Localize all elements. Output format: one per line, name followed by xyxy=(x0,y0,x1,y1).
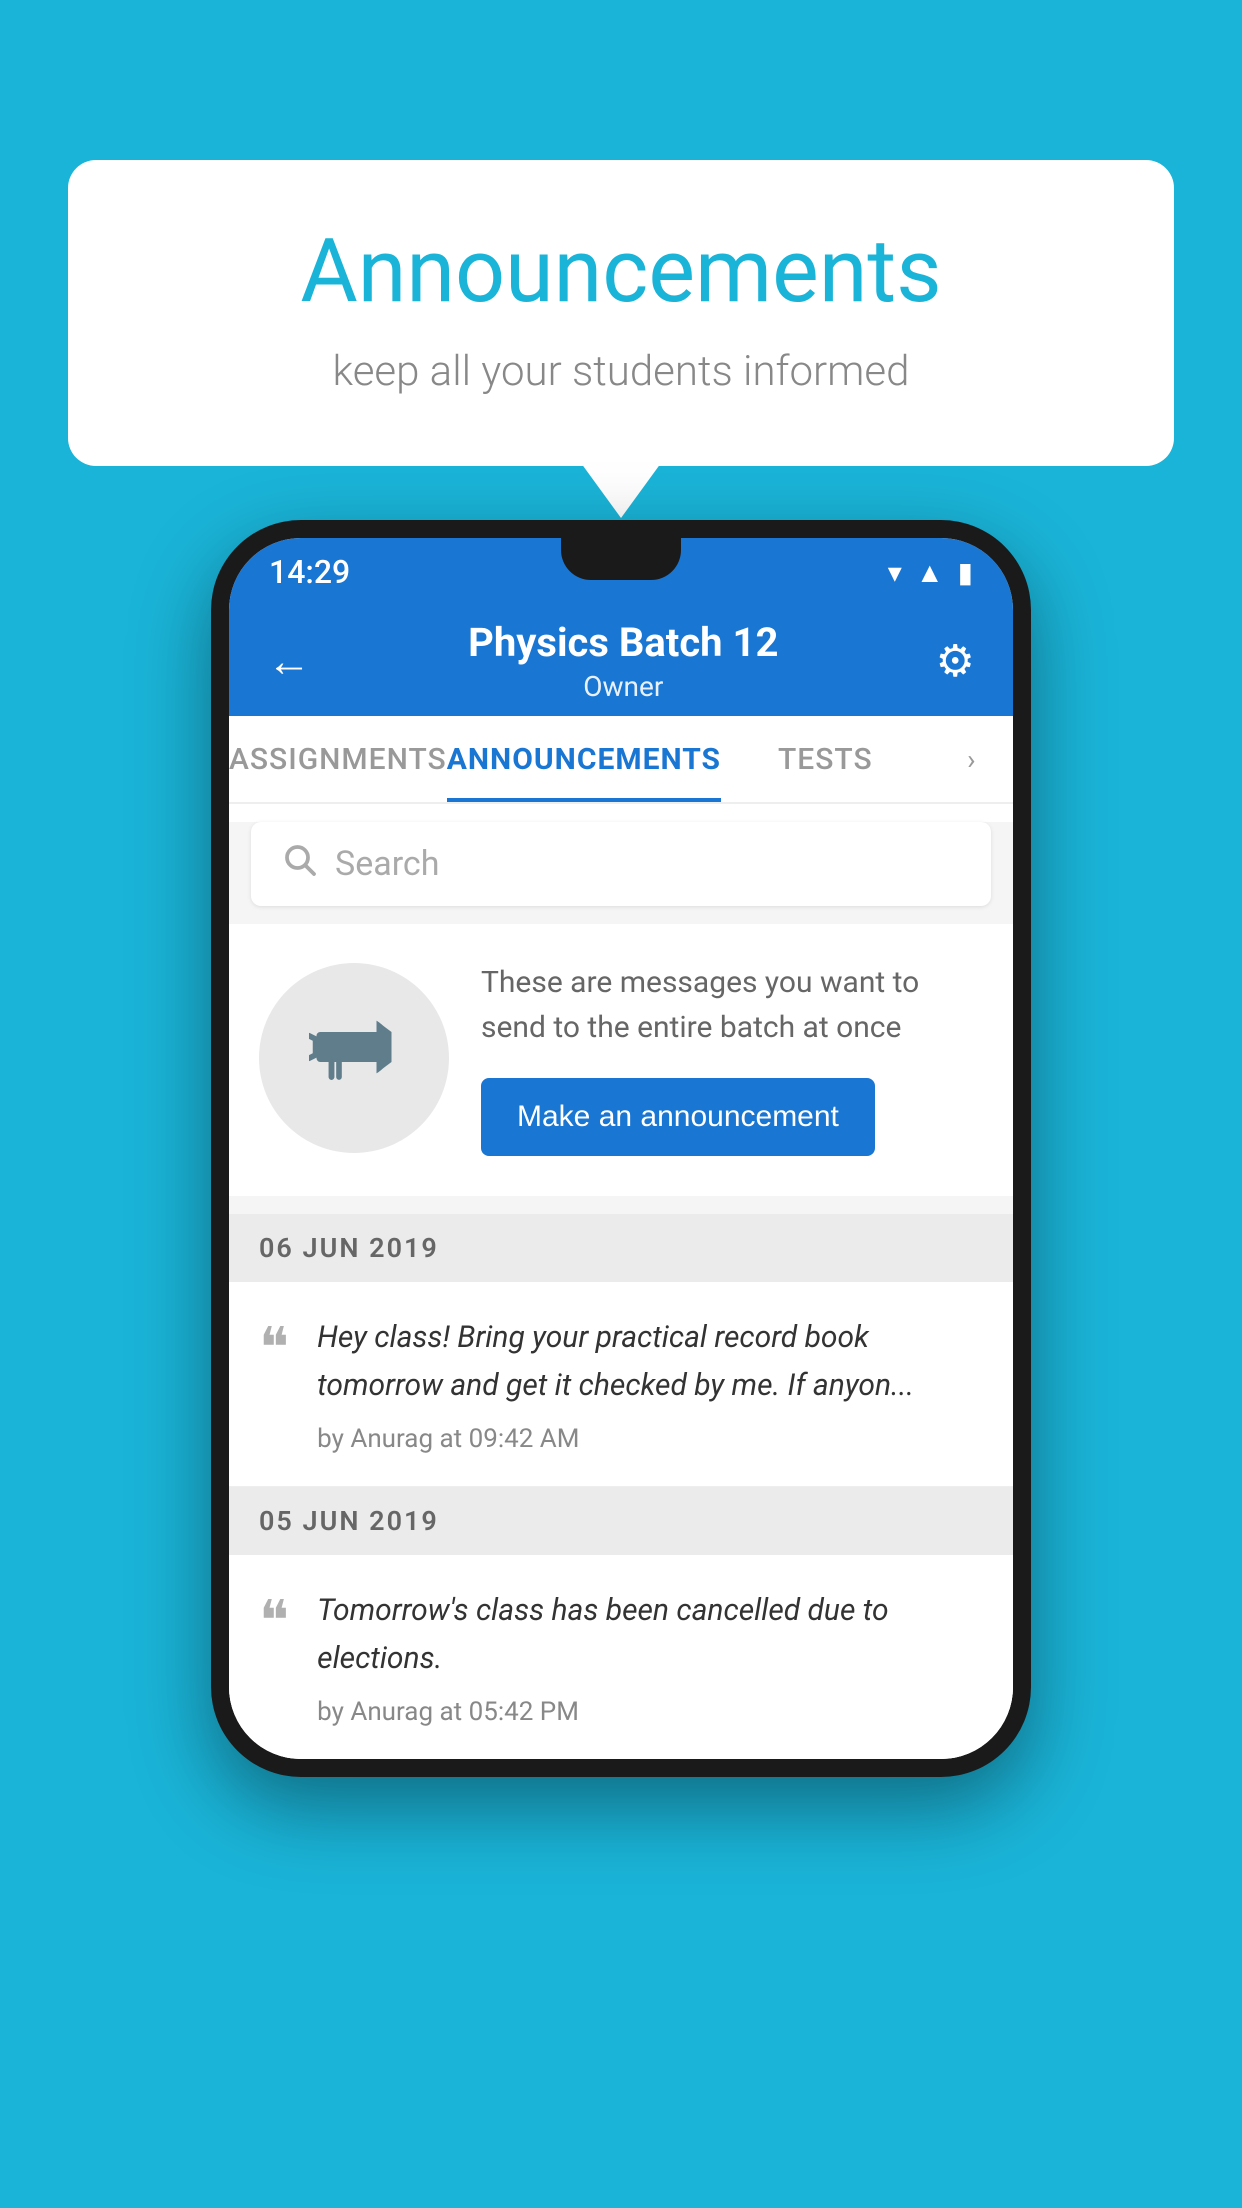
make-announcement-button[interactable]: Make an announcement xyxy=(481,1078,875,1156)
status-bar: 14:29 ▾ ▲ ▮ xyxy=(229,538,1013,606)
signal-icon: ▲ xyxy=(916,556,944,589)
app-bar-title-group: Physics Batch 12 Owner xyxy=(468,619,778,703)
app-bar-subtitle: Owner xyxy=(468,670,778,703)
tabs-bar: ASSIGNMENTS ANNOUNCEMENTS TESTS › xyxy=(229,716,1013,804)
megaphone-icon xyxy=(309,1002,399,1114)
message-item-1: ❝ Hey class! Bring your practical record… xyxy=(229,1282,1013,1487)
tab-assignments[interactable]: ASSIGNMENTS xyxy=(229,716,447,802)
quote-icon-1: ❝ xyxy=(259,1320,289,1376)
phone-outer: 14:29 ▾ ▲ ▮ ← Physics Batch 12 Owner ⚙ xyxy=(211,520,1031,1777)
date-separator-1: 06 JUN 2019 xyxy=(229,1214,1013,1282)
speech-bubble-section: Announcements keep all your students inf… xyxy=(68,160,1174,466)
phone-inner: 14:29 ▾ ▲ ▮ ← Physics Batch 12 Owner ⚙ xyxy=(229,538,1013,1759)
message-content-1: Hey class! Bring your practical record b… xyxy=(317,1314,983,1454)
announcement-description: These are messages you want to send to t… xyxy=(481,960,983,1050)
announcement-right: These are messages you want to send to t… xyxy=(481,960,983,1156)
bubble-title: Announcements xyxy=(148,220,1094,323)
tab-tests[interactable]: TESTS xyxy=(721,716,930,802)
battery-icon: ▮ xyxy=(958,556,973,589)
quote-icon-2: ❝ xyxy=(259,1593,289,1649)
speech-bubble: Announcements keep all your students inf… xyxy=(68,160,1174,466)
wifi-icon: ▾ xyxy=(888,556,902,589)
phone-mockup: 14:29 ▾ ▲ ▮ ← Physics Batch 12 Owner ⚙ xyxy=(211,520,1031,1777)
message-meta-2: by Anurag at 05:42 PM xyxy=(317,1697,983,1727)
search-bar[interactable]: Search xyxy=(251,822,991,906)
status-time: 14:29 xyxy=(269,553,350,591)
status-icons: ▾ ▲ ▮ xyxy=(888,556,973,589)
message-text-1: Hey class! Bring your practical record b… xyxy=(317,1314,983,1410)
search-icon xyxy=(281,841,317,887)
announcement-prompt: These are messages you want to send to t… xyxy=(229,924,1013,1196)
back-button[interactable]: ← xyxy=(267,635,311,687)
message-meta-1: by Anurag at 09:42 AM xyxy=(317,1424,983,1454)
message-content-2: Tomorrow's class has been cancelled due … xyxy=(317,1587,983,1727)
message-text-2: Tomorrow's class has been cancelled due … xyxy=(317,1587,983,1683)
message-item-2: ❝ Tomorrow's class has been cancelled du… xyxy=(229,1555,1013,1759)
tab-more[interactable]: › xyxy=(930,716,1013,802)
app-bar-title: Physics Batch 12 xyxy=(468,619,778,666)
app-bar: ← Physics Batch 12 Owner ⚙ xyxy=(229,606,1013,716)
bubble-subtitle: keep all your students informed xyxy=(148,347,1094,396)
phone-notch xyxy=(561,538,681,580)
phone-content: Search xyxy=(229,822,1013,1759)
date-separator-2: 05 JUN 2019 xyxy=(229,1487,1013,1555)
search-placeholder: Search xyxy=(335,844,439,884)
tab-announcements[interactable]: ANNOUNCEMENTS xyxy=(447,716,721,802)
announcement-icon-circle xyxy=(259,963,449,1153)
settings-button[interactable]: ⚙ xyxy=(936,635,975,687)
